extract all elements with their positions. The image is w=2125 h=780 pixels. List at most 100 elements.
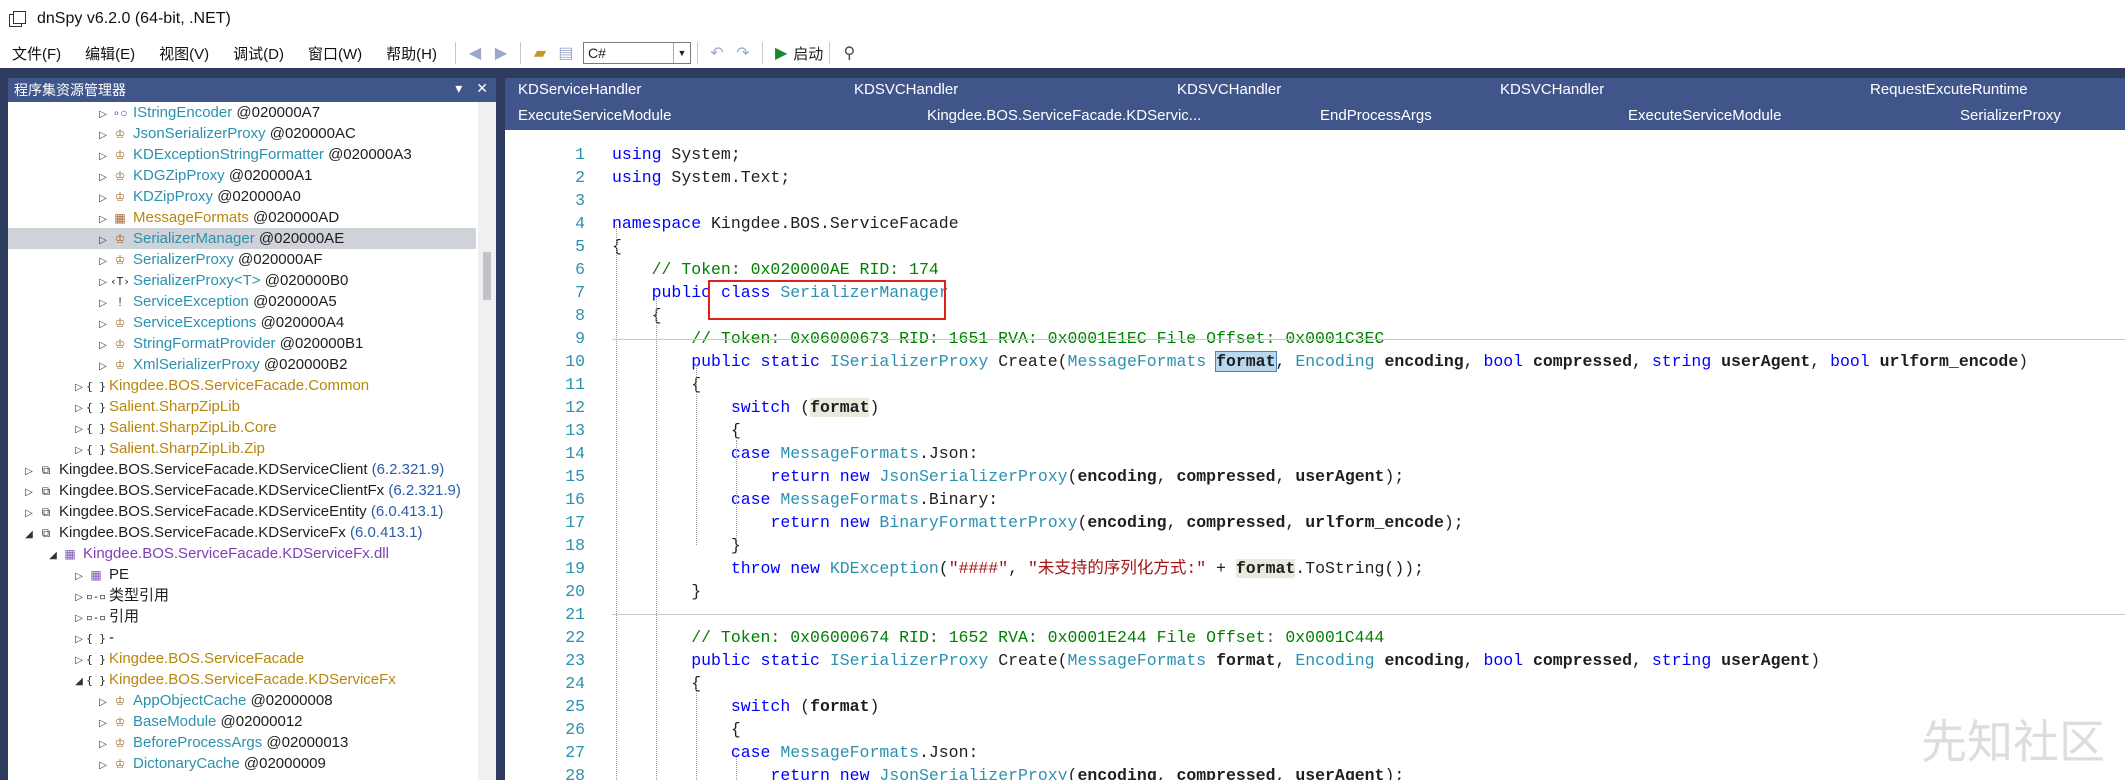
expand-arrow-icon[interactable]: ▷ [72, 419, 86, 440]
redo-icon[interactable]: ↷ [730, 40, 756, 66]
menu-window[interactable]: 窗口(W) [296, 43, 374, 64]
expand-arrow-icon[interactable]: ▷ [96, 209, 110, 230]
expand-arrow-icon[interactable]: ▷ [96, 125, 110, 146]
collapse-arrow-icon[interactable]: ◢ [46, 545, 60, 566]
menu-edit[interactable]: 编辑(E) [73, 43, 147, 64]
expand-arrow-icon[interactable]: ▷ [22, 482, 36, 503]
tree-item[interactable]: ▷{ } Salient.SharpZipLib.Zip [8, 438, 476, 459]
tab-endprocessargs[interactable]: EndProcessArgs [1320, 107, 1432, 124]
tab-requestexcuteruntime[interactable]: RequestExcuteRuntime [1870, 81, 2028, 98]
tree-item[interactable]: ▷ ⧉ Kingdee.BOS.ServiceFacade.KDServiceCli… [8, 459, 476, 480]
tree-item[interactable]: ▷! ServiceException @020000A5 [8, 291, 476, 312]
node-type-icon: ⧉ [41, 505, 51, 519]
tree-item[interactable]: ▷ ♔ AppObjectCache @02000008 [8, 690, 476, 711]
undo-icon[interactable]: ↶ [704, 40, 730, 66]
expand-arrow-icon[interactable]: ▷ [22, 461, 36, 482]
start-debug-button[interactable]: ▶ 启动 [775, 43, 823, 64]
tree-item[interactable]: ▷ ∘○ IStringEncoder @020000A7 [8, 102, 476, 123]
tree-item[interactable]: ▷{ } Salient.SharpZipLib.Core [8, 417, 476, 438]
tree-item[interactable]: ▷{ } Kingdee.BOS.ServiceFacade [8, 648, 476, 669]
expand-arrow-icon[interactable]: ▷ [96, 188, 110, 209]
menu-file[interactable]: 文件(F) [0, 43, 73, 64]
expand-arrow-icon[interactable]: ▷ [96, 272, 110, 293]
tree-item[interactable]: ▷ ▫-▫ 类型引用 [8, 585, 476, 606]
tree-item[interactable]: ▷ ‹T› SerializerProxy<T> @020000B0 [8, 270, 476, 291]
tab-kdservicefx[interactable]: Kingdee.BOS.ServiceFacade.KDServic... [927, 107, 1201, 124]
tree-item[interactable]: ▷ ♔ SerializerManager @020000AE [8, 228, 476, 249]
tree-item[interactable]: ▷ ♔ ServiceExceptions @020000A4 [8, 312, 476, 333]
tree-item[interactable]: ◢ ⧉ Kingdee.BOS.ServiceFacade.KDServiceFx … [8, 522, 476, 543]
expand-arrow-icon[interactable]: ▷ [96, 755, 110, 776]
expand-arrow-icon[interactable]: ▷ [96, 314, 110, 335]
language-select[interactable]: C# ▼ [582, 42, 691, 64]
tree-item[interactable]: ◢ ▦ Kingdee.BOS.ServiceFacade.KDServiceFx.… [8, 543, 476, 564]
expand-arrow-icon[interactable]: ▷ [72, 587, 86, 608]
expand-arrow-icon[interactable]: ▷ [72, 440, 86, 461]
menu-debug[interactable]: 调试(D) [221, 43, 296, 64]
tab-kdsvchandler-2[interactable]: KDSVCHandler [1177, 81, 1281, 98]
collapse-arrow-icon[interactable]: ◢ [22, 524, 36, 545]
expand-arrow-icon[interactable]: ▷ [96, 335, 110, 356]
expand-arrow-icon[interactable]: ▷ [72, 566, 86, 587]
expand-arrow-icon[interactable]: ▷ [96, 104, 110, 125]
tab-kdsvchandler-3[interactable]: KDSVCHandler [1500, 81, 1604, 98]
tree-item-name: - [109, 629, 114, 646]
expand-arrow-icon[interactable]: ▷ [96, 692, 110, 713]
expand-arrow-icon[interactable]: ▷ [96, 146, 110, 167]
expand-arrow-icon[interactable]: ▷ [22, 503, 36, 524]
expand-arrow-icon[interactable]: ▷ [72, 629, 86, 650]
expand-arrow-icon[interactable]: ▷ [96, 356, 110, 377]
tab-executeservicemodule-2[interactable]: ExecuteServiceModule [1628, 107, 1781, 124]
node-type-icon: ♔ [114, 736, 126, 750]
tree-item[interactable]: ▷ ♔ XmlSerializerProxy @020000B2 [8, 354, 476, 375]
search-icon[interactable]: ⚲ [836, 40, 862, 66]
expand-arrow-icon[interactable]: ▷ [96, 713, 110, 734]
tree-item[interactable]: ▷ ♔ StringFormatProvider @020000B1 [8, 333, 476, 354]
tree-item[interactable]: ▷ ♔ SerializerProxy @020000AF [8, 249, 476, 270]
expand-arrow-icon[interactable]: ▷ [96, 230, 110, 251]
expand-arrow-icon[interactable]: ▷ [96, 734, 110, 755]
menu-view[interactable]: 视图(V) [147, 43, 221, 64]
tree-item[interactable]: ▷ ♔ KDExceptionStringFormatter @020000A3 [8, 144, 476, 165]
forward-icon[interactable]: ▶ [488, 40, 514, 66]
tree-item[interactable]: ▷{ } Salient.SharpZipLib [8, 396, 476, 417]
collapse-arrow-icon[interactable]: ◢ [72, 671, 86, 692]
chevron-down-icon[interactable]: ▼ [672, 43, 690, 63]
back-icon[interactable]: ◀ [462, 40, 488, 66]
tree-item[interactable]: ▷{ } Kingdee.BOS.ServiceFacade.Common [8, 375, 476, 396]
tree-item[interactable]: ▷ ⧉ Kingdee.BOS.ServiceFacade.KDServiceEnt… [8, 501, 476, 522]
tab-kdservicehandler[interactable]: KDServiceHandler [518, 81, 641, 98]
expand-arrow-icon[interactable]: ▷ [96, 251, 110, 272]
save-all-icon[interactable]: ▤ [553, 40, 579, 66]
explorer-scrollbar[interactable] [478, 102, 496, 780]
menu-help[interactable]: 帮助(H) [374, 43, 449, 64]
expand-arrow-icon[interactable]: ▷ [72, 608, 86, 629]
expand-arrow-icon[interactable]: ▷ [96, 293, 110, 314]
tree-item[interactable]: ▷ ▦ MessageFormats @020000AD [8, 207, 476, 228]
code-line: 5{ [505, 236, 2125, 258]
expand-arrow-icon[interactable]: ▷ [72, 377, 86, 398]
tree-item[interactable]: ▷ ▦ PE [8, 564, 476, 585]
tab-executeservicemodule-1[interactable]: ExecuteServiceModule [518, 107, 671, 124]
tree-item[interactable]: ▷ ♔ BaseModule @02000012 [8, 711, 476, 732]
tree-item[interactable]: ▷ ♔ KDZipProxy @020000A0 [8, 186, 476, 207]
tree-item[interactable]: ▷ ♔ DictonaryCache @02000009 [8, 753, 476, 774]
open-folder-icon[interactable]: ▰ [527, 40, 553, 66]
scrollbar-thumb[interactable] [483, 252, 491, 300]
tab-serializerproxy[interactable]: SerializerProxy [1960, 107, 2061, 124]
tree-item[interactable]: ◢{ } Kingdee.BOS.ServiceFacade.KDServiceF… [8, 669, 476, 690]
close-icon[interactable]: ✕ [476, 80, 488, 97]
tree-item[interactable]: ▷ ♔ JsonSerializerProxy @020000AC [8, 123, 476, 144]
chevron-down-icon[interactable]: ▾ [455, 80, 462, 97]
tree-item[interactable]: ▷ ▫-▫ 引用 [8, 606, 476, 627]
tree-item[interactable]: ▷ ⧉ Kingdee.BOS.ServiceFacade.KDServiceCli… [8, 480, 476, 501]
tree-item-name: XmlSerializerProxy [133, 356, 260, 373]
code-editor[interactable]: 1 using System; 2 using System.Text; 3 4 names… [505, 130, 2125, 780]
expand-arrow-icon[interactable]: ▷ [96, 167, 110, 188]
tree-item[interactable]: ▷{ } - [8, 627, 476, 648]
expand-arrow-icon[interactable]: ▷ [72, 398, 86, 419]
tree-item[interactable]: ▷ ♔ BeforeProcessArgs @02000013 [8, 732, 476, 753]
tree-item[interactable]: ▷ ♔ KDGZipProxy @020000A1 [8, 165, 476, 186]
expand-arrow-icon[interactable]: ▷ [72, 650, 86, 671]
tab-kdsvchandler-1[interactable]: KDSVCHandler [854, 81, 958, 98]
